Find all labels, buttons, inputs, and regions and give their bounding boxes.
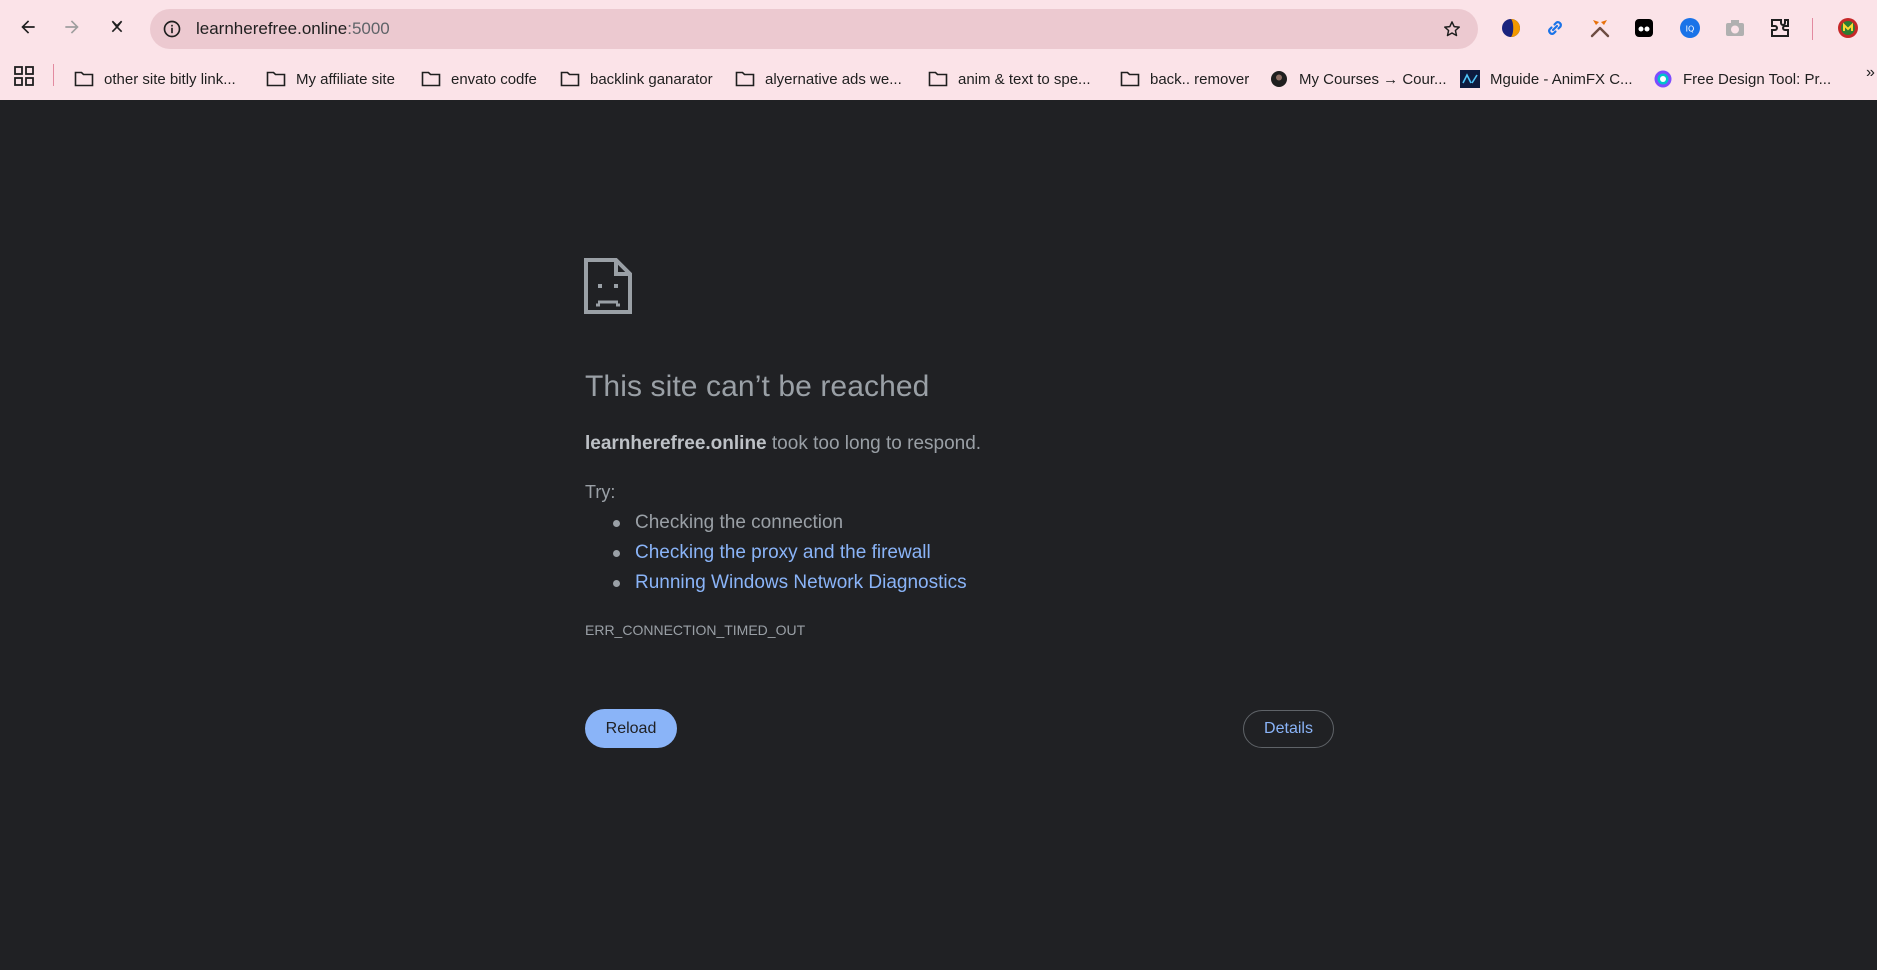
bookmarks-overflow-icon[interactable]: » bbox=[1866, 64, 1875, 82]
sad-page-icon bbox=[584, 258, 632, 314]
url-text[interactable]: learnherefree.online:5000 bbox=[196, 19, 390, 39]
camera-icon[interactable] bbox=[1721, 14, 1749, 42]
bookmark-label: anim & text to spe... bbox=[958, 70, 1091, 88]
extension-4-icon[interactable] bbox=[1630, 14, 1658, 42]
bookmark-folder[interactable]: backlink ganarator bbox=[560, 66, 713, 92]
stop-loading-button[interactable] bbox=[101, 11, 133, 43]
folder-icon bbox=[421, 70, 441, 88]
bookmark-folder[interactable]: anim & text to spe... bbox=[928, 66, 1091, 92]
site-favicon-icon bbox=[1269, 70, 1289, 88]
bookmark-link[interactable]: Free Design Tool: Pr... bbox=[1653, 66, 1831, 92]
folder-icon bbox=[1120, 70, 1140, 88]
folder-icon bbox=[928, 70, 948, 88]
bookmark-folder[interactable]: other site bitly link... bbox=[74, 66, 236, 92]
forward-button[interactable] bbox=[56, 11, 88, 43]
error-title: This site can’t be reached bbox=[585, 370, 930, 403]
puzzle-icon[interactable] bbox=[1766, 14, 1794, 42]
bookmark-folder[interactable]: alyernative ads we... bbox=[735, 66, 902, 92]
site-favicon-icon bbox=[1460, 70, 1480, 88]
reload-button[interactable]: Reload bbox=[585, 709, 677, 748]
suggestions-list: Checking the connection Checking the pro… bbox=[585, 508, 967, 598]
error-message-text: took too long to respond. bbox=[766, 433, 982, 454]
bookmark-label: alyernative ads we... bbox=[765, 70, 902, 88]
extension-5-icon[interactable]: IQ bbox=[1676, 14, 1704, 42]
bookmark-label: backlink ganarator bbox=[590, 70, 713, 88]
bookmark-folder[interactable]: back.. remover bbox=[1120, 66, 1249, 92]
tools-icon[interactable] bbox=[1586, 14, 1614, 42]
url-host: learnherefree.online bbox=[196, 19, 348, 38]
bookmark-label: Mguide - AnimFX C... bbox=[1490, 70, 1633, 88]
svg-text:IQ: IQ bbox=[1686, 25, 1695, 34]
arrow-left-icon bbox=[21, 20, 35, 34]
site-favicon-icon bbox=[1653, 70, 1673, 88]
star-icon[interactable] bbox=[1442, 19, 1462, 39]
bookmark-link[interactable]: My Courses → Cour... bbox=[1269, 66, 1447, 92]
folder-icon bbox=[560, 70, 580, 88]
extension-1-icon[interactable] bbox=[1497, 14, 1525, 42]
bookmark-label: other site bitly link... bbox=[104, 70, 236, 88]
close-icon bbox=[111, 20, 123, 33]
folder-icon bbox=[735, 70, 755, 88]
error-code: ERR_CONNECTION_TIMED_OUT bbox=[585, 622, 806, 638]
details-button[interactable]: Details bbox=[1243, 710, 1334, 748]
browser-chrome: learnherefree.online:5000 IQ other site … bbox=[0, 0, 1877, 100]
bookmark-folder[interactable]: My affiliate site bbox=[266, 66, 395, 92]
bookmarks-bar: other site bitly link... My affiliate si… bbox=[0, 58, 1877, 100]
error-message: learnherefree.online took too long to re… bbox=[585, 433, 981, 455]
toolbar-separator bbox=[1812, 18, 1813, 40]
folder-icon bbox=[74, 70, 94, 88]
bookmark-label: My Courses → Cour... bbox=[1299, 70, 1447, 88]
bookmark-label: back.. remover bbox=[1150, 70, 1250, 88]
bookmark-link[interactable]: Mguide - AnimFX C... bbox=[1460, 66, 1633, 92]
bookmark-label: Free Design Tool: Pr... bbox=[1683, 70, 1832, 88]
address-bar[interactable]: learnherefree.online:5000 bbox=[150, 9, 1478, 49]
try-label: Try: bbox=[585, 482, 616, 502]
url-port: :5000 bbox=[347, 19, 390, 38]
suggestion-check-proxy-link[interactable]: Checking the proxy and the firewall bbox=[585, 538, 967, 568]
suggestion-check-connection: Checking the connection bbox=[585, 508, 967, 538]
bookmark-label: My affiliate site bbox=[296, 70, 395, 88]
browser-toolbar: learnherefree.online:5000 IQ bbox=[0, 0, 1877, 58]
error-host: learnherefree.online bbox=[585, 433, 767, 454]
info-icon[interactable] bbox=[162, 19, 182, 39]
link-icon[interactable] bbox=[1541, 14, 1569, 42]
bookmark-folder[interactable]: envato codfe bbox=[421, 66, 537, 92]
arrow-right-icon bbox=[65, 20, 79, 34]
folder-icon bbox=[266, 70, 286, 88]
profile-avatar-icon[interactable] bbox=[1834, 14, 1862, 42]
back-button[interactable] bbox=[12, 11, 44, 43]
bookmark-label: envato codfe bbox=[451, 70, 537, 88]
suggestion-network-diagnostics-link[interactable]: Running Windows Network Diagnostics bbox=[585, 568, 967, 598]
